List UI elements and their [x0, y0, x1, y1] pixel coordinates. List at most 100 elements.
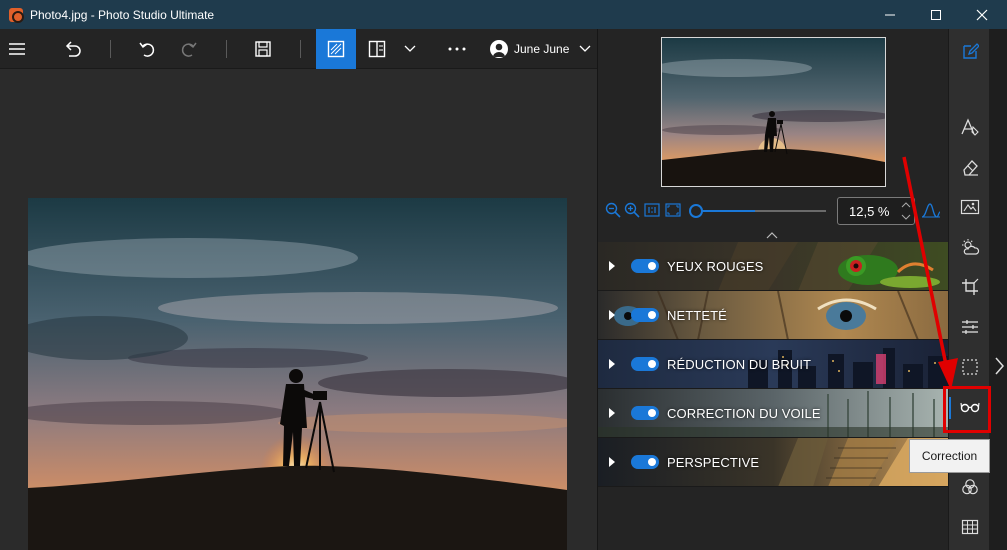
zoom-input[interactable]: 12,5 % — [837, 197, 915, 225]
single-view-button[interactable] — [316, 29, 356, 69]
text-style-tool-button[interactable] — [949, 111, 990, 143]
correction-item-red-eyes[interactable]: YEUX ROUGES — [598, 242, 948, 291]
zoom-controls: 12,5 % — [598, 197, 948, 225]
fit-screen-button[interactable] — [664, 201, 682, 219]
edit-icon — [962, 43, 979, 59]
eraser-tool-button[interactable] — [949, 151, 990, 183]
zoom-in-button[interactable] — [623, 201, 641, 219]
selection-icon — [961, 359, 978, 375]
maximize-button[interactable] — [914, 0, 958, 29]
correction-item-noise-reduction[interactable]: RÉDUCTION DU BRUIT — [598, 340, 948, 389]
image-canvas[interactable] — [0, 70, 597, 550]
red-eyes-toggle[interactable] — [631, 259, 659, 273]
expand-arrow-icon[interactable] — [609, 408, 615, 418]
toolbar-separator — [300, 40, 301, 58]
correction-label: YEUX ROUGES — [667, 258, 764, 274]
fit-screen-icon — [665, 203, 681, 217]
histogram-icon — [921, 203, 941, 218]
view-mode-dropdown[interactable] — [400, 29, 420, 69]
user-name: June June — [514, 42, 570, 56]
single-view-icon — [327, 40, 345, 58]
menu-button[interactable] — [4, 29, 30, 69]
selection-tool-button[interactable] — [949, 351, 990, 383]
expand-arrow-icon[interactable] — [609, 359, 615, 369]
correction-item-haze-correction[interactable]: CORRECTION DU VOILE — [598, 389, 948, 438]
actual-size-icon — [644, 203, 660, 217]
minimize-icon — [885, 14, 895, 15]
expand-arrow-icon[interactable] — [609, 310, 615, 320]
color-mix-icon — [961, 479, 978, 495]
split-view-icon — [368, 40, 386, 58]
avatar — [490, 40, 508, 58]
save-button[interactable] — [250, 29, 276, 69]
close-button[interactable] — [960, 0, 1004, 29]
panel-expander[interactable] — [989, 29, 1007, 550]
toolbar-separator — [110, 40, 111, 58]
title-bar: Photo4.jpg - Photo Studio Ultimate — [0, 0, 1007, 29]
chevron-right-icon — [995, 357, 1004, 375]
weather-tool-button[interactable] — [949, 231, 990, 263]
eraser-icon — [962, 160, 978, 176]
zoom-slider[interactable] — [696, 210, 826, 212]
user-menu[interactable]: June June — [490, 29, 592, 69]
sliders-icon — [961, 320, 978, 334]
text-style-icon — [960, 118, 979, 136]
actual-size-button[interactable] — [643, 201, 661, 219]
sharpness-toggle[interactable] — [631, 308, 659, 322]
correction-label: NETTETÉ — [667, 307, 727, 323]
zoom-slider-handle[interactable] — [689, 204, 703, 218]
redo-button[interactable] — [176, 29, 202, 69]
crop-icon — [961, 278, 978, 295]
zoom-increment-button[interactable] — [900, 200, 912, 210]
haze-correction-toggle[interactable] — [631, 406, 659, 420]
grid-icon — [961, 519, 978, 535]
zoom-value: 12,5 % — [849, 203, 890, 219]
noise-reduction-toggle[interactable] — [631, 357, 659, 371]
expand-arrow-icon[interactable] — [609, 261, 615, 271]
edit-tool-button[interactable] — [949, 35, 990, 67]
undo-history-button[interactable] — [60, 29, 86, 69]
chevron-up-icon — [766, 232, 778, 239]
zoom-in-icon — [624, 202, 640, 218]
weather-icon — [961, 239, 979, 255]
app-logo-icon — [9, 7, 24, 23]
window-title: Photo4.jpg - Photo Studio Ultimate — [30, 7, 215, 22]
more-button[interactable] — [442, 29, 472, 69]
tool-tooltip: Correction — [909, 439, 990, 473]
chevron-down-icon — [901, 214, 911, 220]
save-icon — [255, 41, 271, 57]
landscape-tool-button[interactable] — [949, 191, 990, 223]
main-toolbar: June June — [0, 29, 597, 69]
split-view-button[interactable] — [364, 29, 390, 69]
adjustments-tool-button[interactable] — [949, 311, 990, 343]
grid-tool-button[interactable] — [949, 511, 990, 543]
histogram-button[interactable] — [921, 201, 941, 219]
zoom-out-icon — [605, 202, 621, 218]
correction-item-perspective[interactable]: PERSPECTIVE — [598, 438, 948, 487]
color-mix-tool-button[interactable] — [949, 471, 990, 503]
correction-label: CORRECTION DU VOILE — [667, 405, 821, 421]
undo-icon — [139, 42, 155, 57]
zoom-out-button[interactable] — [604, 201, 622, 219]
correction-list: YEUX ROUGES NETTETÉ RÉDUCTION DU BRUIT C… — [598, 242, 948, 487]
annotation-highlight — [943, 386, 991, 433]
undo-button[interactable] — [134, 29, 160, 69]
minimize-button[interactable] — [868, 0, 912, 29]
collapse-button[interactable] — [764, 227, 780, 239]
crop-tool-button[interactable] — [949, 271, 990, 303]
perspective-toggle[interactable] — [631, 455, 659, 469]
zoom-decrement-button[interactable] — [900, 212, 912, 222]
more-icon — [448, 47, 466, 51]
photo-preview[interactable] — [28, 198, 567, 550]
chevron-down-icon — [579, 45, 591, 52]
navigator-thumbnail[interactable] — [661, 37, 886, 187]
menu-icon — [9, 43, 25, 55]
correction-item-sharpness[interactable]: NETTETÉ — [598, 291, 948, 340]
chevron-down-icon — [404, 45, 416, 52]
user-icon — [493, 43, 505, 57]
thumbnail-image — [662, 38, 885, 186]
sunset-photographer-image — [28, 198, 567, 550]
expand-arrow-icon[interactable] — [609, 457, 615, 467]
chevron-up-icon — [901, 202, 911, 208]
undo-history-icon — [65, 41, 81, 57]
